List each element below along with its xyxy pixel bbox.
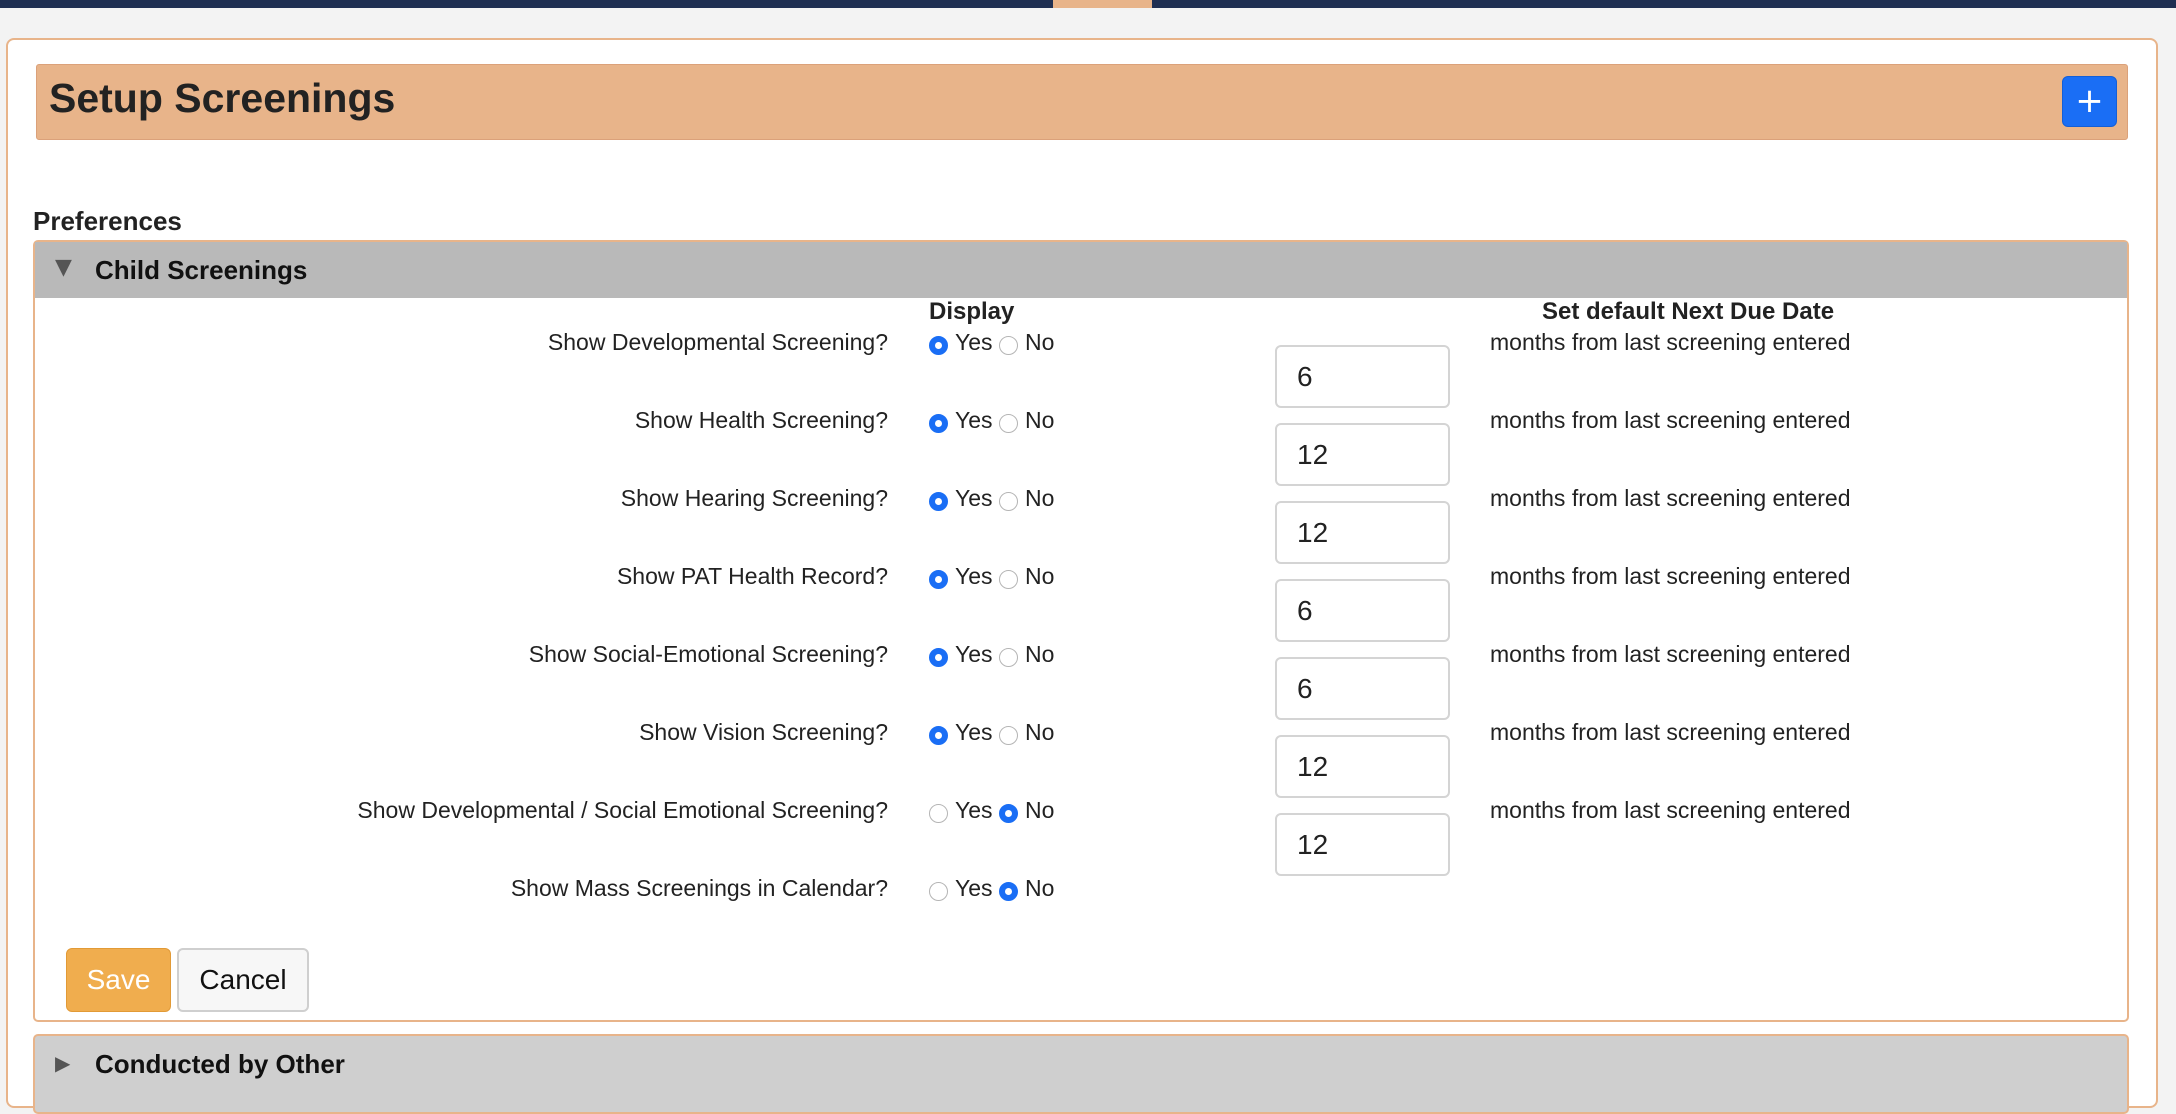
radio-yes-label[interactable]: Yes [955, 485, 993, 512]
plus-icon: + [2075, 81, 2104, 121]
radio-yes-label[interactable]: Yes [955, 641, 993, 668]
radio-yes[interactable] [929, 648, 948, 667]
months-input[interactable] [1275, 579, 1450, 642]
row-label: Show Hearing Screening? [620, 485, 888, 511]
radio-no-label[interactable]: No [1025, 797, 1054, 824]
radio-no-label[interactable]: No [1025, 329, 1054, 356]
radio-no[interactable] [999, 804, 1018, 823]
radio-no[interactable] [999, 336, 1018, 355]
row-label: Show Vision Screening? [639, 719, 888, 745]
radio-no[interactable] [999, 492, 1018, 511]
active-nav-tab[interactable] [1053, 0, 1152, 8]
row-label: Show Developmental / Social Emotional Sc… [357, 797, 888, 823]
radio-no-label[interactable]: No [1025, 719, 1054, 746]
radio-no[interactable] [999, 726, 1018, 745]
page-header: Setup Screenings + [36, 64, 2128, 140]
months-input[interactable] [1275, 735, 1450, 798]
months-input[interactable] [1275, 501, 1450, 564]
months-suffix: months from last screening entered [1490, 407, 1851, 433]
radio-yes-label[interactable]: Yes [955, 719, 993, 746]
caret-right-icon: ▶ [55, 1051, 71, 1075]
radio-no[interactable] [999, 882, 1018, 901]
caret-down-icon: ▼ [55, 255, 72, 280]
months-suffix: months from last screening entered [1490, 329, 1851, 355]
row-label: Show Developmental Screening? [547, 329, 888, 355]
panel-title-conducted-by-other: Conducted by Other [95, 1049, 345, 1079]
months-suffix: months from last screening entered [1490, 485, 1851, 511]
conducted-by-other-panel[interactable]: ▶ Conducted by Other [33, 1034, 2129, 1114]
radio-no[interactable] [999, 570, 1018, 589]
child-screenings-panel: ▼ Child Screenings [33, 240, 2129, 1022]
radio-no-label[interactable]: No [1025, 641, 1054, 668]
months-suffix: months from last screening entered [1490, 797, 1851, 823]
months-input[interactable] [1275, 813, 1450, 876]
row-label: Show PAT Health Record? [616, 563, 888, 589]
months-suffix: months from last screening entered [1490, 563, 1851, 589]
months-suffix: months from last screening entered [1490, 641, 1851, 667]
months-suffix: months from last screening entered [1490, 719, 1851, 745]
panel-title: Child Screenings [95, 255, 308, 285]
due-date-column-header: Set default Next Due Date [1542, 298, 1835, 325]
radio-no-label[interactable]: No [1025, 407, 1054, 434]
radio-yes-label[interactable]: Yes [955, 329, 993, 356]
radio-yes[interactable] [929, 492, 948, 511]
preferences-label: Preferences [33, 206, 182, 236]
radio-yes[interactable] [929, 882, 948, 901]
radio-yes[interactable] [929, 726, 948, 745]
radio-yes-label[interactable]: Yes [955, 563, 993, 590]
cancel-button[interactable]: Cancel [177, 948, 309, 1012]
radio-no-label[interactable]: No [1025, 563, 1054, 590]
radio-yes-label[interactable]: Yes [955, 797, 993, 824]
radio-yes[interactable] [929, 570, 948, 589]
months-input[interactable] [1275, 423, 1450, 486]
radio-yes[interactable] [929, 414, 948, 433]
row-label: Show Social-Emotional Screening? [528, 641, 888, 667]
radio-yes[interactable] [929, 336, 948, 355]
child-screenings-header[interactable]: ▼ Child Screenings [35, 242, 2127, 298]
radio-no[interactable] [999, 648, 1018, 667]
add-screening-button[interactable]: + [2062, 76, 2117, 127]
radio-yes[interactable] [929, 804, 948, 823]
radio-no-label[interactable]: No [1025, 485, 1054, 512]
row-label: Show Mass Screenings in Calendar? [510, 875, 888, 901]
row-label: Show Health Screening? [634, 407, 888, 433]
radio-yes-label[interactable]: Yes [955, 407, 993, 434]
radio-no[interactable] [999, 414, 1018, 433]
display-column-header: Display [929, 298, 1015, 325]
months-input[interactable] [1275, 345, 1450, 408]
page-title: Setup Screenings [49, 75, 396, 121]
radio-yes-label[interactable]: Yes [955, 875, 993, 902]
radio-no-label[interactable]: No [1025, 875, 1054, 902]
save-button[interactable]: Save [66, 948, 171, 1012]
months-input[interactable] [1275, 657, 1450, 720]
top-nav-bar [0, 0, 2176, 8]
